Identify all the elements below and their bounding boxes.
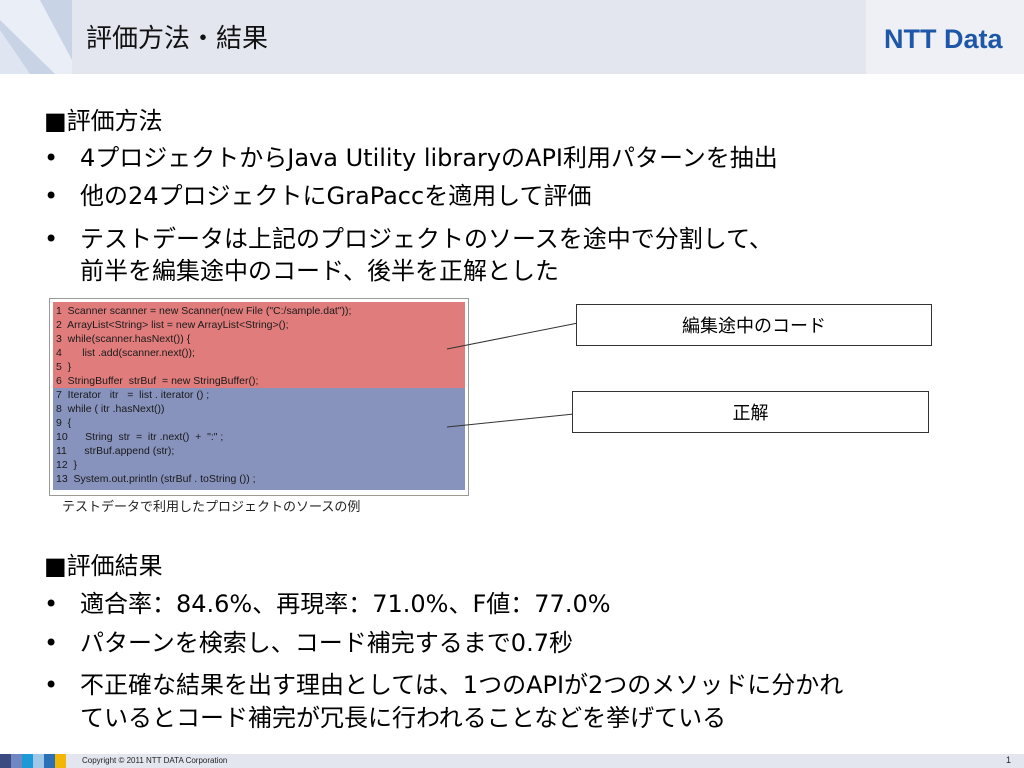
copyright-text: Copyright © 2011 NTT DATA Corporation: [82, 756, 228, 765]
result-bullet-text: 不正確な結果を出す理由としては、1つのAPIが2つのメソッドに分かれ: [80, 671, 844, 699]
bullet-dot: •: [44, 590, 59, 618]
result-bullet-text: ているとコード補完が冗長に行われることなどを挙げている: [80, 704, 727, 732]
page-number: 1: [1006, 755, 1012, 765]
result-heading: ■評価結果: [44, 552, 163, 580]
callout-partial-code: 編集途中のコード: [576, 304, 932, 346]
callout-answer: 正解: [572, 391, 929, 433]
bullet-dot: •: [44, 671, 59, 699]
bullet-dot: •: [44, 629, 59, 657]
result-bullet-text: パターンを検索し、コード補完するまで0.7秒: [80, 629, 573, 657]
result-bullet-text: 適合率：84.6%、再現率：71.0%、F値：77.0%: [80, 590, 611, 618]
